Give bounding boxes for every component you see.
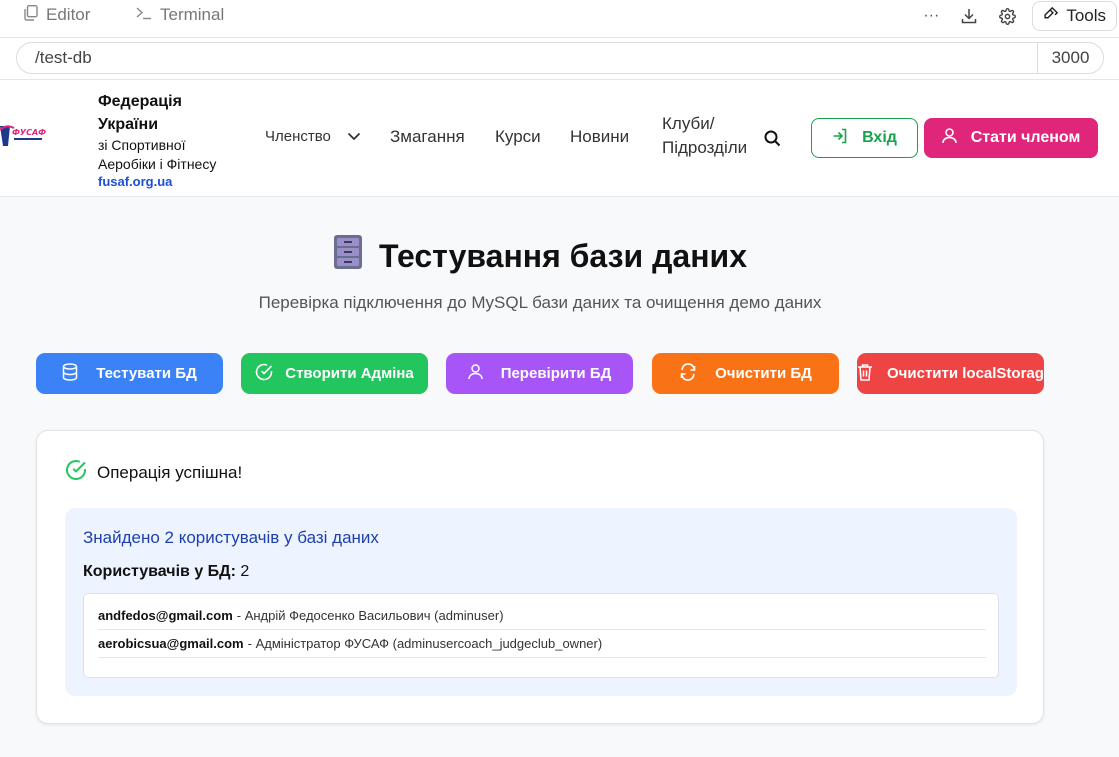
action-buttons: Тестувати БД Створити Адміна Перевірити … (0, 353, 1119, 394)
join-label: Стати членом (970, 129, 1081, 146)
login-button[interactable]: Вхід (811, 118, 918, 158)
tab-editor[interactable]: Editor (24, 0, 90, 30)
download-icon[interactable] (950, 0, 988, 32)
user-count-value: 2 (240, 563, 250, 580)
trash-icon (857, 363, 873, 385)
ide-toolbar: Editor Terminal ··· Tools (0, 0, 1119, 38)
settings-icon[interactable] (988, 0, 1026, 32)
chevron-down-icon (347, 128, 361, 145)
tools-label: Tools (1066, 6, 1106, 25)
user-details: - Адміністратор ФУСАФ (adminusercoach_ju… (247, 636, 603, 651)
create-admin-label: Створити Адміна (285, 365, 414, 382)
file-cabinet-icon (333, 234, 363, 278)
clear-db-button[interactable]: Очистити БД (652, 353, 839, 394)
create-admin-button[interactable]: Створити Адміна (241, 353, 428, 394)
tab-terminal[interactable]: Terminal (136, 0, 224, 30)
page-title-text: Тестування бази даних (379, 237, 747, 274)
login-icon (832, 128, 848, 149)
clear-localstorage-label: Очистити localStorage (887, 365, 1044, 382)
status-text: Операція успішна! (97, 462, 243, 482)
user-email: andfedos@gmail.com (98, 608, 233, 623)
clear-localstorage-button[interactable]: Очистити localStorage (857, 353, 1044, 394)
user-count: Користувачів у БД: 2 (83, 563, 249, 581)
org-title-line2: України (98, 116, 159, 133)
url-field[interactable]: /test-db 3000 (16, 42, 1104, 74)
tab-label: Editor (46, 5, 91, 24)
check-circle-icon (65, 459, 87, 486)
page-subtitle: Перевірка підключення до MySQL бази дани… (258, 293, 822, 312)
nav-clubs-line1: Клуби/ (662, 114, 715, 133)
result-card: Операція успішна! Знайдено 2 користувачі… (36, 430, 1044, 724)
user-list: andfedos@gmail.com - Андрій Федосенко Ва… (83, 593, 999, 678)
org-title-line1: Федерація (98, 93, 182, 110)
org-name: Федерація України зі Спортивної Аеробіки… (98, 90, 258, 190)
url-bar: /test-db 3000 (0, 38, 1119, 80)
result-panel: Знайдено 2 користувачів у базі даних Кор… (65, 508, 1017, 696)
terminal-icon (136, 5, 152, 25)
user-details: - Андрій Федосенко Васильович (adminuser… (236, 608, 504, 623)
copy-icon (24, 4, 38, 26)
check-circle-icon (255, 363, 273, 385)
url-path[interactable]: /test-db (17, 48, 1037, 68)
database-icon (62, 362, 78, 385)
clear-db-label: Очистити БД (715, 365, 812, 382)
user-icon (941, 127, 957, 149)
list-item: andfedos@gmail.com - Андрій Федосенко Ва… (98, 602, 986, 630)
test-db-label: Тестувати БД (96, 365, 197, 382)
org-subtitle-line2: Аеробіки і Фітнесу (98, 156, 217, 172)
more-icon[interactable]: ··· (912, 0, 950, 32)
nav-clubs-line2: Підрозділи (662, 138, 748, 157)
nav-courses[interactable]: Курси (495, 127, 541, 147)
svg-text:ФУСАФ: ФУСАФ (12, 128, 46, 137)
site-header: ФУСАФ Федерація України зі Спортивної Ае… (0, 80, 1119, 197)
tools-button[interactable]: Tools (1032, 1, 1117, 31)
fusaf-logo[interactable]: ФУСАФ (0, 122, 46, 150)
refresh-icon (679, 362, 697, 385)
page-title: Тестування бази даних (0, 234, 1080, 278)
test-db-button[interactable]: Тестувати БД (36, 353, 223, 394)
url-port[interactable]: 3000 (1037, 43, 1103, 73)
join-button[interactable]: Стати членом (924, 118, 1098, 158)
nav-clubs[interactable]: Клуби/ Підрозділи (662, 114, 747, 158)
search-icon[interactable] (764, 130, 781, 147)
tools-icon (1043, 5, 1060, 27)
result-title: Знайдено 2 користувачів у базі даних (83, 528, 379, 547)
org-link[interactable]: fusaf.org.ua (98, 174, 258, 190)
org-subtitle-line1: зі Спортивної (98, 137, 186, 153)
nav-news[interactable]: Новини (570, 127, 629, 147)
user-icon (467, 363, 483, 384)
list-item: aerobicsua@gmail.com - Адміністратор ФУС… (98, 630, 986, 658)
user-count-label: Користувачів у БД: (83, 563, 236, 580)
login-label: Вхід (862, 129, 897, 146)
check-db-label: Перевірити БД (500, 365, 612, 382)
tab-label: Terminal (160, 5, 225, 24)
status-message: Операція успішна! (65, 459, 242, 486)
nav-competitions[interactable]: Змагання (390, 127, 465, 147)
check-db-button[interactable]: Перевірити БД (446, 353, 633, 394)
nav-membership[interactable]: Членство (265, 128, 361, 145)
nav-membership-label: Членство (265, 128, 331, 145)
user-email: aerobicsua@gmail.com (98, 636, 244, 651)
